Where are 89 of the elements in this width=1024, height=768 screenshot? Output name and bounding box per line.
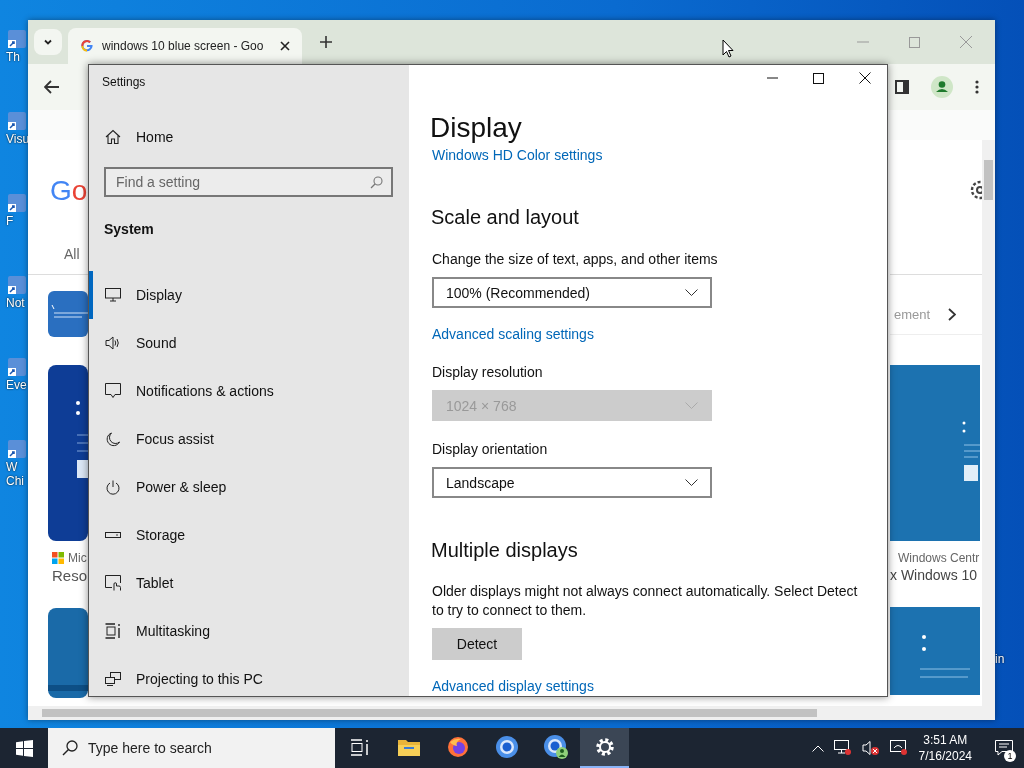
muted-speaker-icon[interactable]	[861, 740, 880, 756]
detect-button[interactable]: Detect	[432, 628, 522, 660]
browser-icon	[494, 735, 519, 759]
chevron-right-icon[interactable]	[948, 308, 956, 321]
side-panel-icon[interactable]	[895, 80, 909, 94]
desktop-icon-label: F	[6, 214, 14, 228]
search-icon	[370, 176, 383, 189]
dropdown[interactable]: Landscape	[432, 467, 712, 498]
display-icon[interactable]	[889, 740, 908, 756]
field-label: Change the size of text, apps, and other items	[432, 250, 718, 269]
nav-item[interactable]: Notifications & actions	[89, 367, 409, 415]
field-label: Display orientation	[432, 440, 548, 459]
window-title: Settings	[102, 75, 147, 89]
dropdown[interactable]: 100% (Recommended)	[432, 277, 712, 308]
link[interactable]: Advanced display settings	[432, 676, 594, 696]
shortcut-icon[interactable]	[6, 192, 28, 214]
chevron-down-icon	[685, 402, 698, 409]
nav-item[interactable]: Multitasking	[89, 607, 409, 655]
maximize-icon[interactable]	[813, 72, 824, 84]
taskbar-app[interactable]	[580, 728, 629, 768]
back-arrow-icon[interactable]	[44, 80, 59, 94]
desktop-icon-label: in	[995, 652, 1005, 666]
chevron-up-icon[interactable]	[811, 744, 824, 752]
nav-item[interactable]: Projecting to this PC	[89, 655, 409, 703]
folder-icon	[397, 738, 420, 756]
description-text: Older displays might not always connect automatically. Select Detect to try to connect to them.	[432, 582, 859, 620]
home-nav-item[interactable]: Home	[105, 129, 409, 145]
desktop-icon-label: W	[6, 460, 18, 474]
nav-item[interactable]: Tablet	[89, 559, 409, 607]
close-icon[interactable]	[859, 72, 871, 84]
shortcut-icon[interactable]	[6, 356, 28, 378]
desktop-icon-label: Chi	[6, 474, 24, 488]
desktop-icon-label: Visu	[6, 132, 28, 146]
monitor-icon	[105, 288, 121, 302]
menu-icon[interactable]	[975, 80, 979, 94]
chevron-down-icon	[685, 289, 698, 296]
link[interactable]: Windows HD Color settings	[432, 145, 603, 165]
nav-item[interactable]: Focus assist	[89, 415, 409, 463]
horizontal-scrollbar[interactable]	[28, 706, 995, 720]
task-view-icon	[350, 738, 369, 756]
settings-icon	[594, 737, 615, 757]
speaker-icon	[105, 336, 121, 350]
search-field[interactable]: Find a setting	[104, 167, 393, 197]
mouse-pointer-icon	[722, 39, 734, 58]
firefox-icon	[446, 736, 469, 758]
nav-item[interactable]: Sound	[89, 319, 409, 367]
google-logo[interactable]: Go	[50, 173, 88, 209]
shortcut-icon[interactable]	[6, 110, 28, 132]
microsoft-logo-icon	[52, 552, 64, 564]
browser-tab[interactable]: windows 10 blue screen - Goo	[68, 28, 302, 64]
moon-icon	[105, 431, 121, 447]
vertical-scrollbar[interactable]	[982, 140, 995, 706]
notification-center-button[interactable]: 1	[984, 728, 1024, 768]
google-icon	[80, 39, 94, 53]
message-icon	[105, 383, 121, 399]
power-icon	[105, 479, 121, 495]
page-title: Display	[430, 111, 522, 145]
tablet-icon	[105, 575, 121, 591]
shortcut-icon[interactable]	[6, 28, 28, 50]
nav-item[interactable]: Storage	[89, 511, 409, 559]
link[interactable]: Advanced scaling settings	[432, 324, 594, 344]
clock[interactable]: 3:51 AM 7/16/2024	[918, 732, 972, 764]
section-heading: Multiple displays	[431, 538, 578, 563]
windows-logo-icon	[15, 739, 33, 757]
browser-profile-icon	[542, 734, 569, 760]
shortcut-icon[interactable]	[6, 438, 28, 460]
settings-icon[interactable]	[970, 180, 982, 200]
profile-icon[interactable]	[931, 76, 953, 98]
multitasking-icon	[105, 623, 121, 639]
network-icon[interactable]	[833, 740, 852, 756]
desktop-icon-label: Not	[6, 296, 25, 310]
result-title[interactable]: x Windows 10	[890, 567, 978, 583]
result-source: Mic	[68, 551, 87, 565]
chevron-down-icon	[685, 479, 698, 486]
drive-icon	[105, 531, 121, 539]
close-icon[interactable]	[280, 41, 290, 51]
home-icon	[105, 129, 121, 145]
section-heading: Scale and layout	[431, 205, 579, 230]
category-heading: System	[104, 221, 155, 237]
new-tab-icon[interactable]	[320, 36, 332, 48]
shortcut-icon[interactable]	[6, 274, 28, 296]
screens-icon	[105, 672, 121, 686]
result-source: Windows Centr	[898, 551, 980, 565]
nav-item[interactable]: Power & sleep	[89, 463, 409, 511]
filter-tab[interactable]: All	[64, 246, 88, 262]
desktop-icon-label: Th	[6, 50, 20, 64]
taskbar-search-field[interactable]: Type here to search	[48, 728, 335, 768]
field-label: Display resolution	[432, 363, 543, 382]
desktop-icon-label: Eve	[6, 378, 27, 392]
